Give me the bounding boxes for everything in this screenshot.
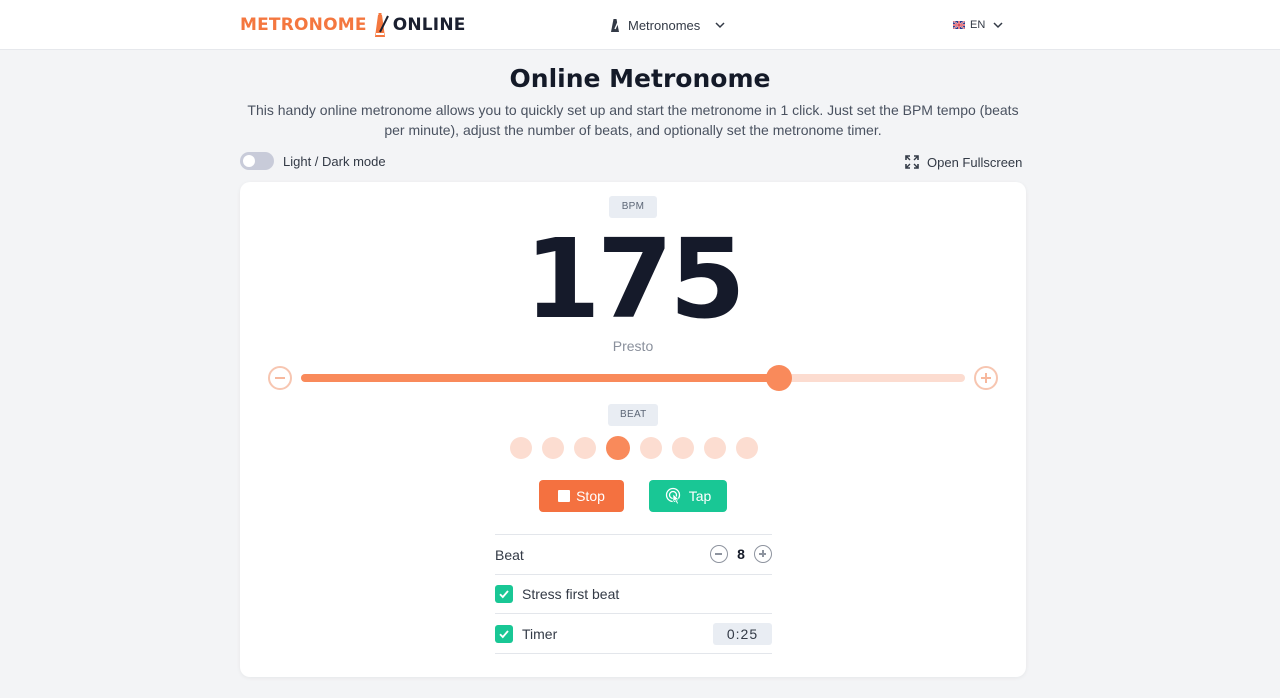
- logo-text-metronome: METRONOME: [240, 15, 367, 35]
- settings-panel: Beat 8 Stress first beat Timer 0:25: [495, 534, 772, 654]
- increase-beat-button[interactable]: [754, 545, 772, 563]
- tap-button[interactable]: Tap: [649, 480, 727, 512]
- check-icon: [499, 629, 509, 638]
- tempo-name: Presto: [612, 338, 654, 354]
- metronomes-dropdown[interactable]: Metronomes: [608, 15, 726, 35]
- bpm-value: 175: [524, 215, 746, 343]
- page-description: This handy online metronome allows you t…: [247, 102, 1019, 138]
- beat-dot: [542, 437, 564, 459]
- page-title: Online Metronome: [509, 64, 771, 93]
- metronome-card: BPM 175 Presto BEAT Stop Tap Beat 8 Stre…: [240, 182, 1026, 677]
- beat-dot: [672, 437, 694, 459]
- chevron-down-icon: [715, 22, 725, 29]
- fullscreen-label: Open Fullscreen: [927, 154, 1023, 170]
- beat-dot: [736, 437, 758, 459]
- toggle-switch[interactable]: [240, 152, 274, 170]
- check-icon: [499, 590, 509, 599]
- tap-icon: [665, 487, 680, 505]
- metronome-icon: [611, 19, 620, 32]
- stress-first-beat-label: Stress first beat: [522, 586, 620, 602]
- bpm-slider[interactable]: [301, 365, 965, 391]
- dark-mode-label: Light / Dark mode: [283, 153, 386, 169]
- fullscreen-icon: [905, 155, 919, 169]
- language-selector[interactable]: EN: [953, 15, 1004, 35]
- stress-first-beat-row: Stress first beat: [495, 574, 772, 613]
- beat-dot: [640, 437, 662, 459]
- metronomes-label: Metronomes: [628, 17, 701, 33]
- uk-flag-icon: [953, 21, 965, 29]
- beat-indicator: [510, 436, 758, 460]
- open-fullscreen-button[interactable]: Open Fullscreen: [905, 153, 1022, 171]
- site-logo[interactable]: METRONOME ONLINE: [240, 12, 466, 38]
- stop-button[interactable]: Stop: [539, 480, 624, 512]
- beat-dot: [510, 437, 532, 459]
- decrease-bpm-button[interactable]: [268, 366, 292, 390]
- stop-label: Stop: [576, 488, 605, 504]
- beat-stepper: 8: [710, 545, 772, 563]
- timer-label: Timer: [522, 625, 558, 642]
- timer-row: Timer 0:25: [495, 613, 772, 654]
- dark-mode-toggle[interactable]: Light / Dark mode: [240, 152, 386, 170]
- timer-checkbox[interactable]: [495, 624, 513, 643]
- decrease-beat-button[interactable]: [710, 545, 728, 563]
- tap-label: Tap: [688, 488, 712, 504]
- logo-text-online: ONLINE: [392, 15, 466, 35]
- language-label: EN: [970, 19, 986, 31]
- stop-icon: [558, 490, 571, 502]
- top-header: METRONOME ONLINE Metronomes EN: [0, 0, 1280, 50]
- beat-dot-active: [606, 436, 630, 460]
- beat-setting-label: Beat: [495, 546, 524, 563]
- beat-dot: [574, 437, 596, 459]
- timer-input[interactable]: 0:25: [713, 623, 772, 645]
- increase-bpm-button[interactable]: [974, 366, 998, 390]
- chevron-down-icon: [993, 22, 1003, 29]
- bpm-slider-fill: [301, 374, 780, 382]
- beat-count: 8: [737, 546, 745, 562]
- beat-setting-row: Beat 8: [495, 534, 772, 574]
- beat-chip: BEAT: [608, 404, 658, 426]
- stress-first-beat-checkbox[interactable]: [495, 585, 513, 603]
- metronome-logo-icon: [374, 13, 389, 37]
- bpm-slider-thumb[interactable]: [766, 365, 793, 391]
- beat-dot: [704, 437, 726, 459]
